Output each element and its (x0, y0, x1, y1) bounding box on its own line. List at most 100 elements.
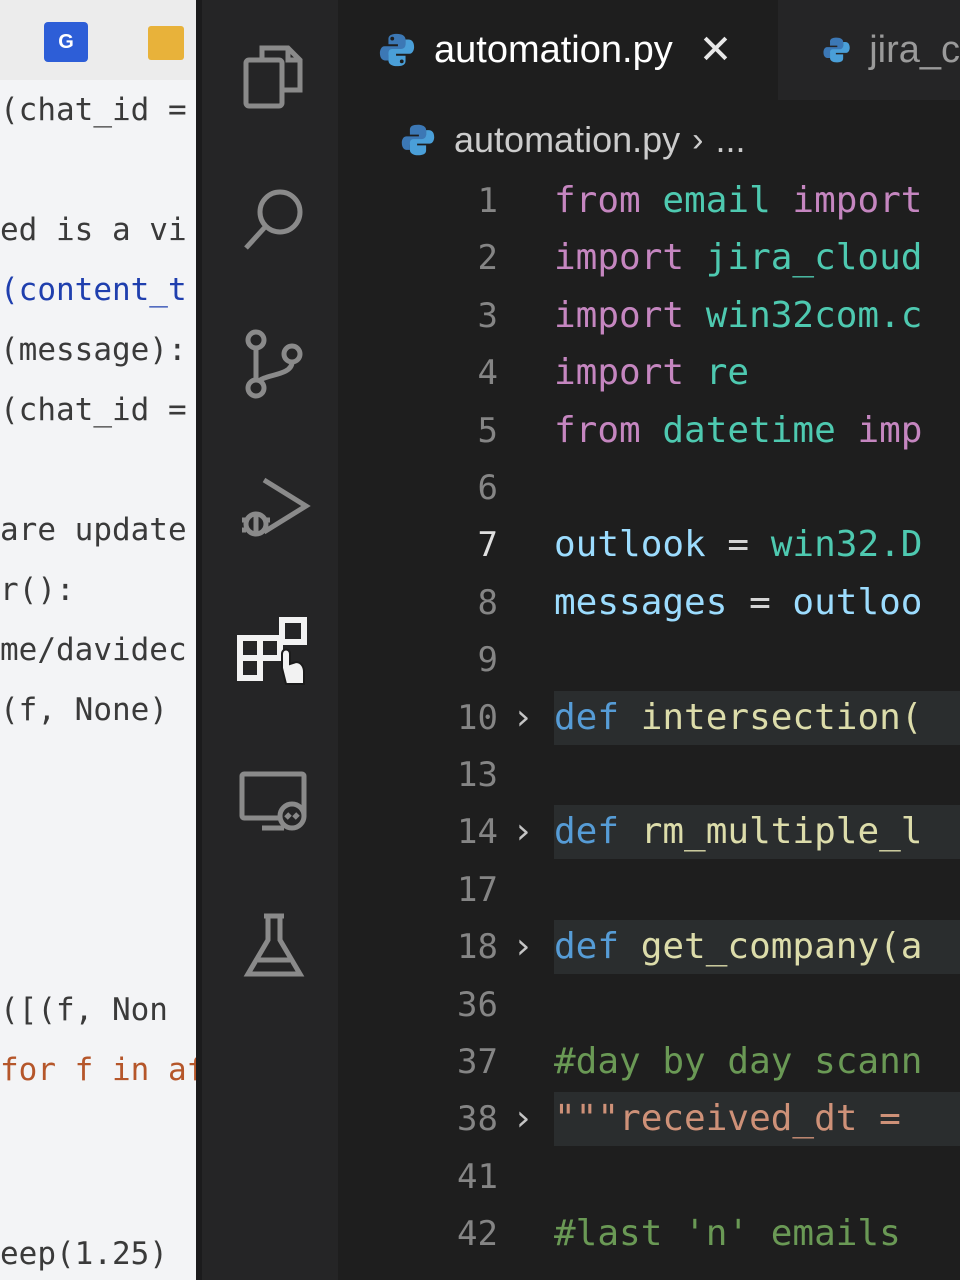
code-text: messages = outloo (554, 574, 922, 632)
code-token: imp (857, 410, 923, 451)
code-line[interactable]: 36 (338, 976, 960, 1034)
code-line[interactable]: 13 (338, 746, 960, 804)
code-token: = (727, 582, 793, 623)
code-line[interactable]: 8 messages = outloo (338, 574, 960, 632)
folder-icon[interactable] (148, 26, 184, 60)
code-token: from (554, 180, 663, 221)
code-line[interactable]: 14 › def rm_multiple_l (338, 803, 960, 861)
remote-explorer-icon[interactable] (232, 760, 316, 844)
code-text: from email import (554, 172, 922, 230)
line-number: 2 (477, 238, 498, 278)
code-text: import jira_cloud (554, 229, 922, 287)
testing-icon[interactable] (232, 904, 316, 988)
code-line[interactable]: 38 › """received_dt = (338, 1090, 960, 1148)
search-icon[interactable] (232, 178, 316, 262)
source-control-icon[interactable] (232, 322, 316, 406)
code-token: win32.D (770, 524, 923, 565)
line-number: 38 (457, 1099, 498, 1139)
line-number: 42 (457, 1214, 498, 1254)
code-line[interactable]: 9 (338, 631, 960, 689)
code-token: win32com.c (705, 295, 923, 336)
background-toolbar: G (0, 0, 212, 80)
tab-strip: automation.py ✕ jira_c (338, 0, 960, 100)
line-number: 6 (477, 468, 498, 508)
code-text: outlook = win32.D (554, 516, 922, 574)
code-token: """received_dt = (554, 1098, 901, 1139)
line-number: 7 (477, 525, 498, 565)
line-number: 37 (457, 1042, 498, 1082)
line-number: 5 (477, 411, 498, 451)
code-line[interactable]: 18 › def get_company(a (338, 918, 960, 976)
translate-icon[interactable]: G (44, 22, 88, 62)
code-token: import (554, 237, 706, 278)
code-text: def rm_multiple_l (554, 803, 922, 861)
background-code-line: ([(f, Non (0, 992, 168, 1028)
code-text: import re (554, 344, 749, 402)
code-text: #last 'n' emails (554, 1205, 901, 1263)
code-token: def (554, 697, 641, 738)
tab-label: automation.py (434, 28, 673, 71)
tab-label: jira_c (869, 28, 960, 71)
code-editor[interactable]: 1 from email import 2 import jira_cloud 3 imp… (338, 172, 960, 1280)
background-code-line: eep(1.25) (0, 1236, 168, 1272)
background-window: G (chat_id = ed is a vi (content_t (message… (0, 0, 214, 1280)
code-token: get_company(a (640, 926, 923, 967)
code-text: def get_company(a (554, 918, 922, 976)
fold-chevron-icon[interactable]: › (516, 918, 530, 976)
tab-automation-py[interactable]: automation.py ✕ (338, 0, 778, 100)
fold-chevron-icon[interactable]: › (516, 803, 530, 861)
line-number: 10 (457, 698, 498, 738)
code-line[interactable]: 41 (338, 1148, 960, 1206)
explorer-icon[interactable] (232, 36, 316, 120)
background-code-line: ed is a vi (0, 212, 187, 248)
tab-jira-cloud[interactable]: jira_c (778, 0, 960, 100)
code-line[interactable]: 6 (338, 459, 960, 517)
fold-chevron-icon[interactable]: › (516, 1090, 530, 1148)
breadcrumb: automation.py › ... (338, 100, 960, 180)
background-code-line: are update (0, 512, 187, 548)
code-line[interactable]: 42 #last 'n' emails (338, 1205, 960, 1263)
code-token: = (705, 524, 771, 565)
code-token: def (554, 811, 641, 852)
code-token: import (554, 295, 706, 336)
code-text: #day by day scann (554, 1033, 922, 1091)
code-token: def (554, 926, 641, 967)
line-number: 41 (457, 1157, 498, 1197)
code-token: messages (554, 582, 728, 623)
code-line[interactable]: 5 from datetime imp (338, 402, 960, 460)
breadcrumb-more[interactable]: ... (715, 119, 745, 161)
code-token: re (705, 352, 750, 393)
background-code-line: (f, None) (0, 692, 168, 728)
close-icon[interactable]: ✕ (699, 30, 733, 70)
code-text: from datetime imp (554, 402, 922, 460)
line-number: 3 (477, 296, 498, 336)
background-code-line: (message): (0, 332, 187, 368)
python-file-icon (379, 33, 415, 67)
code-token: outloo (792, 582, 923, 623)
code-line[interactable]: 3 import win32com.c (338, 287, 960, 345)
line-number: 36 (457, 985, 498, 1025)
breadcrumb-file[interactable]: automation.py (454, 119, 680, 161)
line-number: 18 (457, 927, 498, 967)
chevron-right-icon: › (692, 120, 704, 159)
extensions-icon[interactable] (232, 612, 316, 696)
background-code-line: (chat_id = (0, 92, 187, 128)
code-text: """received_dt = (554, 1090, 901, 1148)
code-line[interactable]: 4 import re (338, 344, 960, 402)
line-number: 8 (477, 583, 498, 623)
background-code-line: for f in af (0, 1052, 206, 1088)
code-line[interactable]: 37 #day by day scann (338, 1033, 960, 1091)
code-token: #last 'n' emails (554, 1213, 901, 1254)
code-token: datetime (662, 410, 858, 451)
code-line[interactable]: 2 import jira_cloud (338, 229, 960, 287)
code-line[interactable]: 17 (338, 861, 960, 919)
code-token: #day by day scann (554, 1041, 923, 1082)
code-text: import win32com.c (554, 287, 922, 345)
run-debug-icon[interactable] (232, 466, 316, 550)
code-line[interactable]: 1 from email import (338, 172, 960, 230)
code-line[interactable]: 10 › def intersection( (338, 689, 960, 747)
code-line[interactable]: 7 outlook = win32.D (338, 516, 960, 574)
fold-chevron-icon[interactable]: › (516, 689, 530, 747)
screen: G (chat_id = ed is a vi (content_t (message… (0, 0, 960, 1280)
python-file-icon (401, 124, 435, 156)
